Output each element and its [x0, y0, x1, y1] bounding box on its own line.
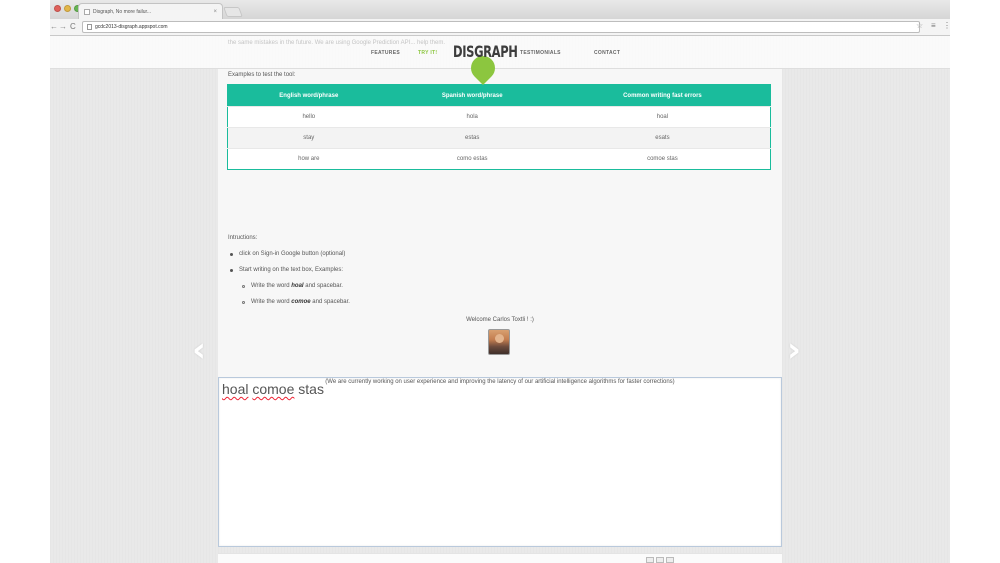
list-item: Write the word comoe and spacebar.: [228, 294, 768, 310]
list-item: click on Sign-in Google button (optional…: [228, 246, 768, 262]
table-cell: esats: [554, 127, 771, 149]
browser-menu-icon[interactable]: ⋮: [943, 21, 951, 30]
examples-label: Examples to test the tool:: [228, 72, 296, 78]
circle-bullet-icon: [242, 300, 245, 304]
bullet-icon: [230, 268, 233, 272]
browser-tab[interactable]: Disgraph, No more failur... ×: [78, 3, 223, 19]
avatar[interactable]: [488, 329, 510, 355]
instruction-step-2: Start writing on the text box, Examples:: [239, 267, 344, 273]
new-tab-button[interactable]: [223, 7, 243, 17]
instructions-title: Intructions:: [228, 235, 258, 241]
logo[interactable]: DISGRAPH: [453, 42, 518, 61]
tab-title: Disgraph, No more failur...: [93, 8, 152, 15]
example-word: hoal: [291, 283, 304, 289]
instruction-step-1: click on Sign-in Google button (optional…: [239, 251, 346, 257]
site-header: the same mistakes in the future. We are …: [50, 36, 950, 85]
window-controls: [54, 5, 81, 12]
close-window-button[interactable]: [54, 5, 61, 12]
main-content: Examples to test the tool: English word/…: [218, 69, 782, 385]
example-word: comoe: [291, 299, 311, 305]
sub-prefix: Write the word: [251, 299, 292, 305]
table-row: how are como estas comoe stas: [227, 148, 771, 170]
url-text: gcdc2013-disgraph.appspot.com: [95, 24, 168, 30]
nav-contact-link[interactable]: CONTACT: [594, 50, 620, 56]
table-cell: how are: [227, 148, 390, 170]
instructions: Intructions: click on Sign-in Google but…: [228, 230, 768, 310]
browser-tabstrip: Disgraph, No more failur... ×: [50, 0, 950, 19]
page-viewport: Examples to test the tool: English word/…: [50, 36, 950, 563]
sub-prefix: Write the word: [251, 283, 292, 289]
reload-icon[interactable]: C: [70, 21, 76, 33]
table-cell: como estas: [389, 148, 555, 170]
table-cell: comoe stas: [554, 148, 771, 170]
list-item: Write the word hoal and spacebar.: [228, 278, 768, 294]
bookmark-star-icon[interactable]: ☆: [916, 21, 923, 30]
chevron-right-icon[interactable]: ›: [787, 333, 801, 367]
column-header-spanish: Spanish word/phrase: [389, 84, 555, 107]
chevron-left-icon[interactable]: ‹: [192, 333, 206, 367]
check-icon[interactable]: [666, 557, 674, 563]
examples-table: English word/phrase Spanish word/phrase …: [227, 84, 771, 170]
nav-features-link[interactable]: FEATURES: [371, 50, 400, 56]
table-cell: stay: [227, 127, 390, 149]
writing-textbox[interactable]: hoal comoe stas: [218, 377, 782, 547]
resize-icon[interactable]: [656, 557, 664, 563]
welcome-message: Welcome Carlos Toxtli ! :): [466, 317, 534, 323]
editor-controls: [646, 557, 674, 563]
table-cell: hoal: [554, 106, 771, 128]
favicon-icon: [84, 8, 90, 15]
bullet-icon: [230, 252, 233, 256]
forward-icon[interactable]: →: [59, 21, 67, 33]
column-header-english: English word/phrase: [227, 84, 390, 107]
address-bar: ← → C gcdc2013-disgraph.appspot.com ☆ ≡ …: [50, 19, 951, 36]
sub-suffix: and spacebar.: [303, 283, 343, 289]
extension-icon[interactable]: ≡: [931, 21, 936, 30]
circle-bullet-icon: [242, 284, 245, 288]
table-cell: hello: [227, 106, 390, 128]
url-input[interactable]: gcdc2013-disgraph.appspot.com: [82, 21, 920, 33]
table-cell: hola: [389, 106, 555, 128]
list-item: Start writing on the text box, Examples:: [228, 262, 768, 278]
resize-icon[interactable]: [646, 557, 654, 563]
nav-testimonials-link[interactable]: TESTIMONIALS: [520, 50, 561, 56]
page-icon: [87, 24, 92, 30]
editor-footer: [218, 553, 782, 563]
column-header-errors: Common writing fast errors: [554, 84, 771, 107]
nav-try-it-link[interactable]: TRY IT!: [418, 50, 437, 56]
sub-suffix: and spacebar.: [310, 299, 350, 305]
scrolled-text: the same mistakes in the future. We are …: [228, 40, 446, 46]
table-row: hello hola hoal: [227, 106, 771, 128]
status-notice: (We are currently working on user experi…: [325, 379, 675, 385]
instruction-sub-1: Write the word hoal and spacebar.: [251, 278, 343, 294]
instruction-sub-2: Write the word comoe and spacebar.: [251, 294, 350, 310]
table-row: stay estas esats: [227, 127, 771, 149]
back-icon[interactable]: ←: [50, 21, 58, 33]
tab-close-icon[interactable]: ×: [213, 9, 217, 15]
table-cell: estas: [389, 127, 555, 149]
minimize-window-button[interactable]: [64, 5, 71, 12]
